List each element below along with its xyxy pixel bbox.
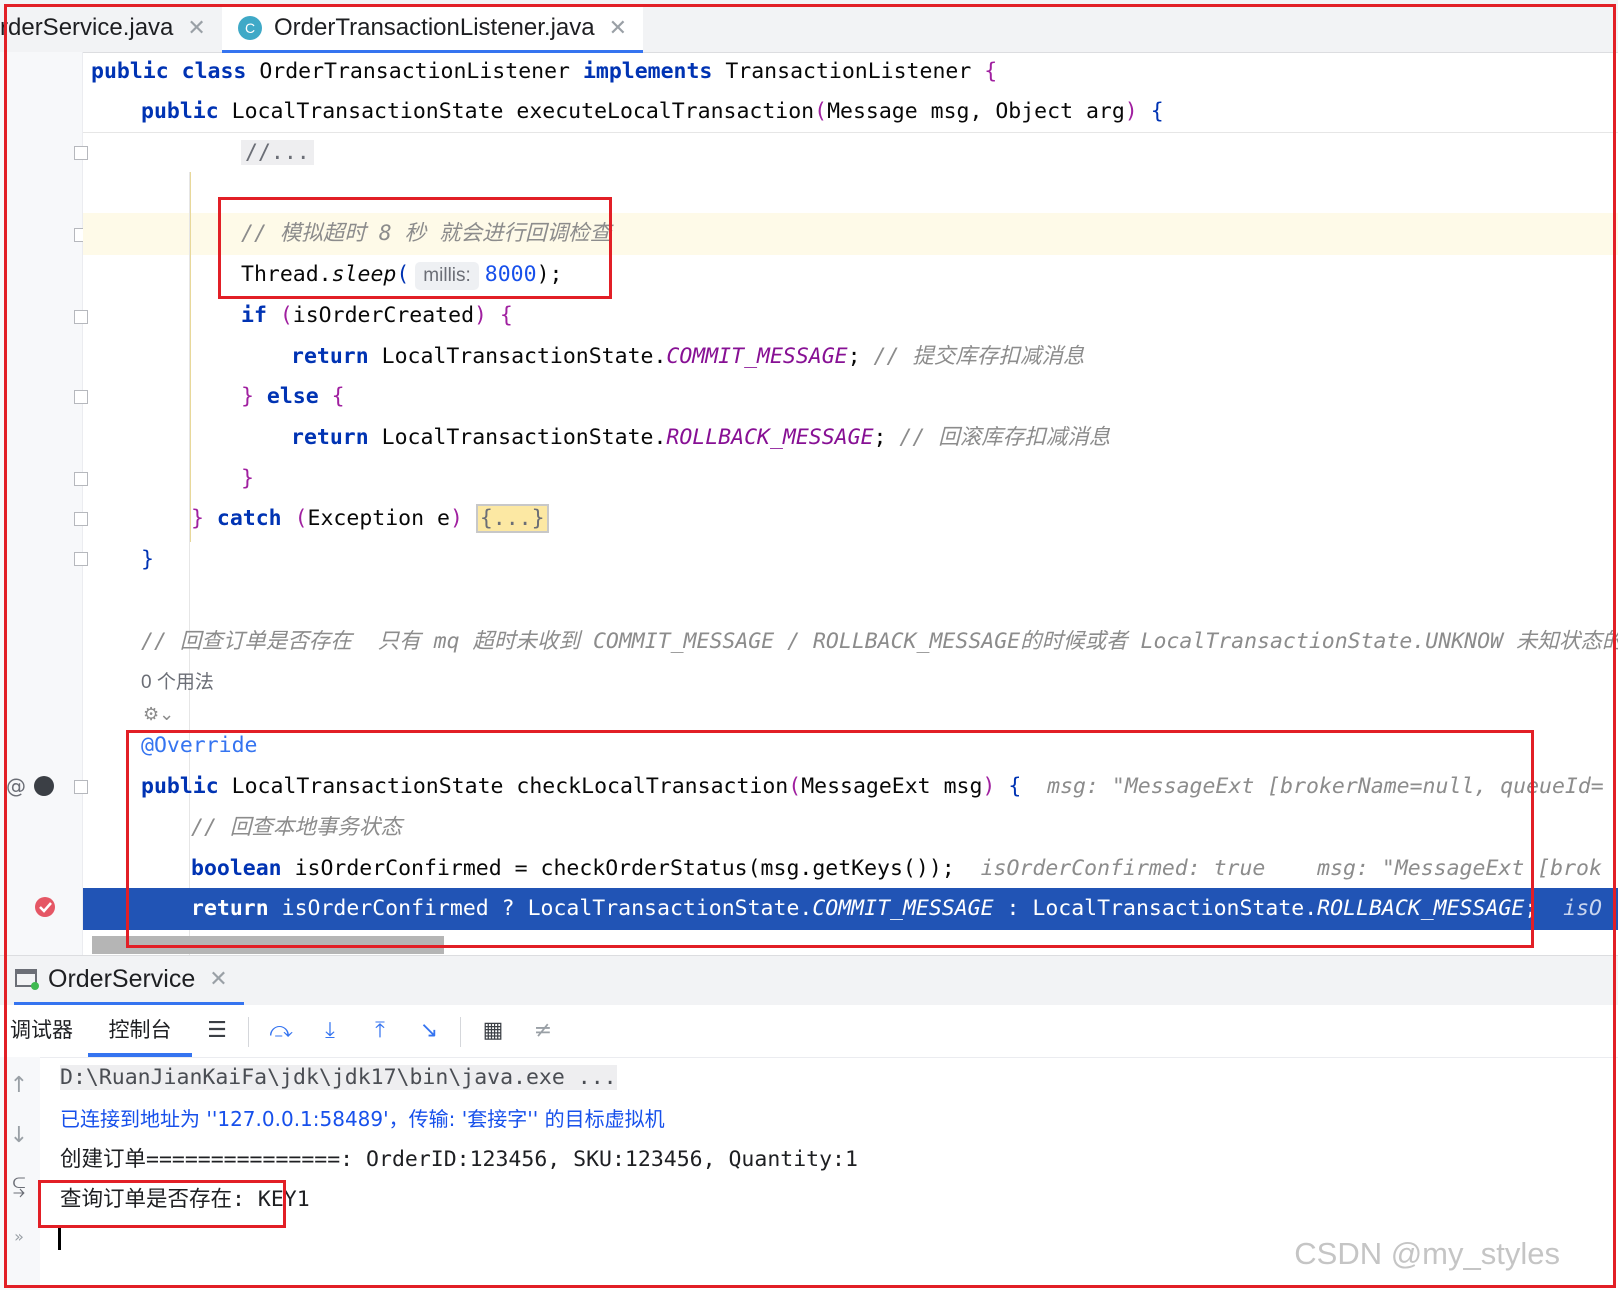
console-output-highlight-box bbox=[38, 1180, 286, 1228]
sleep-highlight-box bbox=[218, 197, 612, 299]
watermark: CSDN @my_styles bbox=[1294, 1236, 1560, 1271]
check-transaction-highlight-box bbox=[126, 730, 1534, 948]
